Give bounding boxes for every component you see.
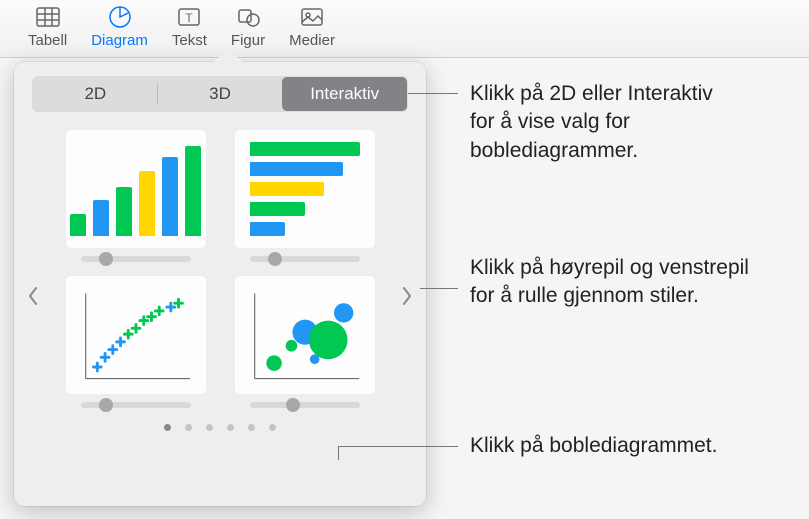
chart-thumb-column xyxy=(66,130,206,248)
callout-tabs: Klikk på 2D eller Interaktiv for å vise … xyxy=(470,80,730,165)
toolbar-label: Figur xyxy=(231,32,265,49)
toolbar-label: Tabell xyxy=(28,32,67,49)
table-icon xyxy=(34,4,62,30)
page-dot[interactable] xyxy=(248,424,255,431)
page-dot[interactable] xyxy=(206,424,213,431)
callout-leader xyxy=(420,288,458,289)
text-icon: T xyxy=(175,4,203,30)
chart-grid xyxy=(32,130,408,408)
callout-leader xyxy=(338,446,339,460)
toolbar-label: Diagram xyxy=(91,32,148,49)
chart-thumb-bubble xyxy=(235,276,375,394)
chart-popover: 2D 3D Interaktiv xyxy=(14,62,426,506)
svg-text:T: T xyxy=(186,11,194,25)
chart-style-column[interactable] xyxy=(62,130,209,262)
toolbar-item-media[interactable]: Medier xyxy=(289,4,335,49)
tab-2d[interactable]: 2D xyxy=(33,77,158,111)
shape-icon xyxy=(234,4,262,30)
toolbar-item-shape[interactable]: Figur xyxy=(231,4,265,49)
callout-arrows: Klikk på høyrepil og venstrepil for å ru… xyxy=(470,254,770,311)
chart-thumb-bar xyxy=(235,130,375,248)
toolbar-item-text[interactable]: T Tekst xyxy=(172,4,207,49)
page-indicator[interactable] xyxy=(32,424,408,431)
chart-style-scatter[interactable] xyxy=(62,276,209,408)
toolbar-label: Medier xyxy=(289,32,335,49)
page-dot[interactable] xyxy=(164,424,171,431)
toolbar: Tabell Diagram T Tekst Figur Medier xyxy=(0,0,809,58)
callout-leader xyxy=(408,93,458,94)
chart-style-bar[interactable] xyxy=(231,130,378,262)
toolbar-item-chart[interactable]: Diagram xyxy=(91,4,148,49)
tab-3d[interactable]: 3D xyxy=(158,77,283,111)
chart-style-bubble[interactable] xyxy=(231,276,378,408)
style-slider[interactable] xyxy=(81,402,191,408)
media-icon xyxy=(298,4,326,30)
callout-bubble: Klikk på boblediagrammet. xyxy=(470,432,750,460)
style-slider[interactable] xyxy=(81,256,191,262)
page-dot[interactable] xyxy=(185,424,192,431)
chart-thumb-scatter xyxy=(66,276,206,394)
callout-leader xyxy=(338,446,458,447)
toolbar-item-table[interactable]: Tabell xyxy=(28,4,67,49)
tab-interactive[interactable]: Interaktiv xyxy=(282,77,407,111)
segment-control: 2D 3D Interaktiv xyxy=(32,76,408,112)
page-dot[interactable] xyxy=(269,424,276,431)
page-dot[interactable] xyxy=(227,424,234,431)
chart-icon xyxy=(106,4,134,30)
next-arrow-icon[interactable] xyxy=(396,280,418,312)
prev-arrow-icon[interactable] xyxy=(22,280,44,312)
style-slider[interactable] xyxy=(250,402,360,408)
toolbar-label: Tekst xyxy=(172,32,207,49)
style-slider[interactable] xyxy=(250,256,360,262)
